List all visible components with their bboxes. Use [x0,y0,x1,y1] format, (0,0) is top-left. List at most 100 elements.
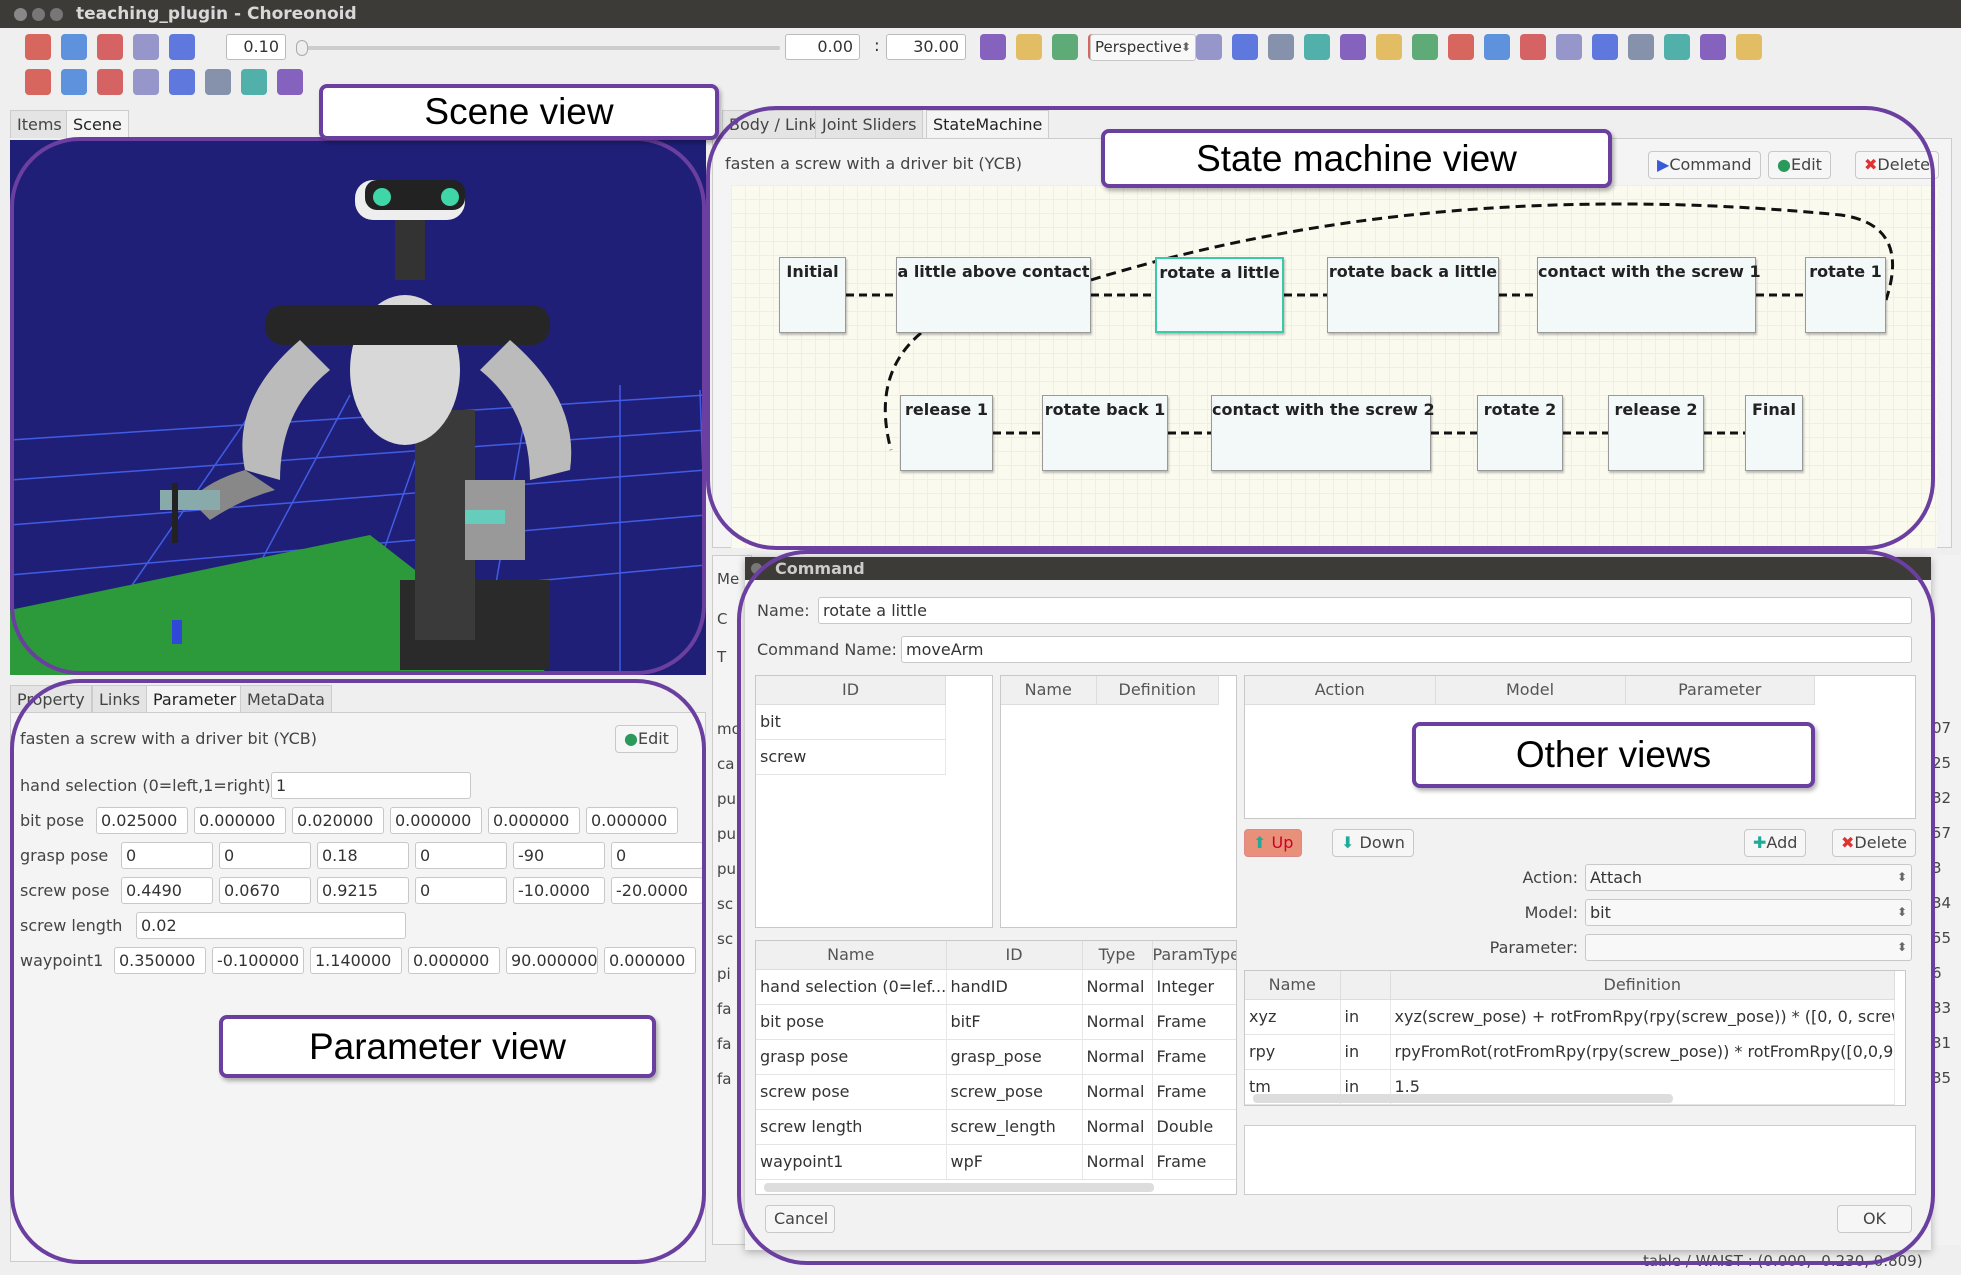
close-dialog-button[interactable] [751,563,762,574]
wrench2-icon[interactable] [1268,34,1294,60]
parameter-value-input[interactable]: 0.020000 [292,807,384,834]
sphere-red2-icon[interactable] [1340,34,1366,60]
time-slider[interactable] [296,40,780,56]
parameter-value-input[interactable]: 0.02 [136,912,406,939]
parameter-value-input[interactable]: 1.140000 [310,947,402,974]
column-header[interactable]: Definition [1390,971,1895,1000]
name-definition-table[interactable]: Name Definition [1000,675,1237,928]
column-header[interactable]: Name [756,941,947,970]
state-node[interactable]: rotate 1 [1805,257,1886,333]
play-from-start-icon[interactable] [97,34,123,60]
state-node[interactable]: Initial [779,257,846,333]
parameter-value-input[interactable]: 0.0670 [219,877,311,904]
table-row[interactable]: hand selection (0=lef... handID Normal Inte… [756,969,1236,1005]
parameter-column-header[interactable]: Parameter [1625,676,1815,705]
definition-table[interactable]: Name Definition xyz in xyz(screw_pose) + rot… [1244,970,1906,1106]
end-time-spinbox[interactable]: 30.00 [886,34,966,60]
tab-joint-sliders[interactable]: Joint Sliders [815,110,924,138]
play-icon[interactable] [133,34,159,60]
edit-state-button[interactable]: ●Edit [1768,151,1831,179]
delete-state-button[interactable]: ✖Delete [1855,151,1939,179]
camera-mode-select[interactable]: Perspective [1090,34,1196,61]
wrench-icon[interactable] [980,34,1006,60]
script-icon[interactable] [61,34,87,60]
pose7-icon[interactable] [241,69,267,95]
state-node[interactable]: rotate back 1 [1042,395,1168,471]
frame-icon[interactable] [1556,34,1582,60]
delete-action-button[interactable]: ✖Delete [1832,829,1916,857]
grid-icon[interactable] [1664,34,1690,60]
command-button[interactable]: ▶Command [1648,151,1761,179]
action-select[interactable]: Attach [1585,864,1912,891]
parameter-value-input[interactable]: 0.000000 [408,947,500,974]
model-select[interactable]: bit [1585,899,1912,926]
parameter-table-scrollbar[interactable] [764,1183,1154,1192]
wave2-icon[interactable] [1232,34,1258,60]
parameter-value-input[interactable]: -90 [513,842,605,869]
parameter-value-input[interactable]: 0.4490 [121,877,213,904]
refresh-icon[interactable] [169,34,195,60]
table-row[interactable]: rpy in rpyFromRot(rotFromRpy(rpy(screw_pos… [1245,1034,1895,1070]
pose8-icon[interactable] [277,69,303,95]
parameter-value-input[interactable]: 0 [219,842,311,869]
move-down-button[interactable]: ⬇ Down [1332,829,1414,857]
id-row[interactable]: screw [756,739,946,775]
id-column-header[interactable]: ID [756,676,946,705]
add-action-button[interactable]: ✚Add [1744,829,1807,857]
parameter-value-input[interactable]: 0 [121,842,213,869]
move-up-button[interactable]: ⬆ Up [1244,829,1303,857]
pose6-icon[interactable] [205,69,231,95]
table-row[interactable]: bit pose bitF Normal Frame [756,1004,1236,1040]
column-header[interactable]: Type [1082,941,1153,970]
parameter-table[interactable]: Name ID Type ParamType hand selection (0=lef… [755,940,1237,1195]
parameter-value-input[interactable]: 0.000000 [586,807,678,834]
pose3-icon[interactable] [97,69,123,95]
parameter-value-input[interactable]: -0.100000 [212,947,304,974]
time-step-spinbox[interactable]: 0.10 [226,34,286,60]
joints-icon[interactable] [1592,34,1618,60]
state-node[interactable]: rotate 2 [1477,395,1563,471]
ok-button[interactable]: OK [1837,1205,1912,1233]
parameter-value-input[interactable]: 1 [271,772,471,799]
id-table[interactable]: ID bit screw [755,675,993,928]
model-column-header[interactable]: Model [1435,676,1626,705]
start-time-spinbox[interactable]: 0.00 [785,34,860,60]
move-icon[interactable] [1052,34,1078,60]
state-machine-canvas[interactable]: Initial a little above contact rotate a li… [731,185,1937,548]
table-row[interactable]: xyz in xyz(screw_pose) + rotFromRpy(rpy(sc… [1245,999,1895,1035]
state-node[interactable]: rotate a little [1155,257,1284,333]
sphere-red-icon[interactable] [1304,34,1330,60]
window-icon[interactable] [1700,34,1726,60]
wave-icon[interactable] [1196,34,1222,60]
pose1-icon[interactable] [25,69,51,95]
tab-metadata[interactable]: MetaData [240,685,332,713]
state-node[interactable]: contact with the screw 1 [1537,257,1761,333]
definition-table-scrollbar[interactable] [1253,1094,1673,1103]
cancel-button[interactable]: Cancel [765,1205,835,1233]
table-row[interactable]: grasp pose grasp_pose Normal Frame [756,1039,1236,1075]
tab-parameter[interactable]: Parameter [146,685,244,713]
parameter-value-input[interactable]: 90.000000 [506,947,598,974]
state-node[interactable]: Final [1745,395,1803,471]
parameter-value-input[interactable]: 0.9215 [317,877,409,904]
pose5-icon[interactable] [169,69,195,95]
minimize-window-button[interactable] [32,8,45,21]
parameter-select[interactable] [1585,934,1912,961]
name-input[interactable]: rotate a little [818,597,1912,624]
wrench3-icon[interactable] [1736,34,1762,60]
parameter-value-input[interactable]: 0 [415,842,507,869]
parameter-value-input[interactable]: 0.025000 [96,807,188,834]
tab-property[interactable]: Property [10,685,92,713]
column-header[interactable] [1340,971,1391,1000]
id-row[interactable]: bit [756,704,946,740]
time-slider-handle[interactable] [296,40,308,56]
tab-links[interactable]: Links [92,685,148,713]
arrow-right-icon[interactable] [1412,34,1438,60]
table-row[interactable]: screw length screw_length Normal Double [756,1109,1236,1145]
table-row[interactable]: screw pose screw_pose Normal Frame [756,1074,1236,1110]
state-node[interactable]: release 2 [1608,395,1704,471]
column-header[interactable]: ParamType [1152,941,1236,970]
parameter-value-input[interactable]: -20.0000 [611,877,703,904]
action-column-header[interactable]: Action [1245,676,1436,705]
parameter-value-input[interactable]: 0.000000 [488,807,580,834]
